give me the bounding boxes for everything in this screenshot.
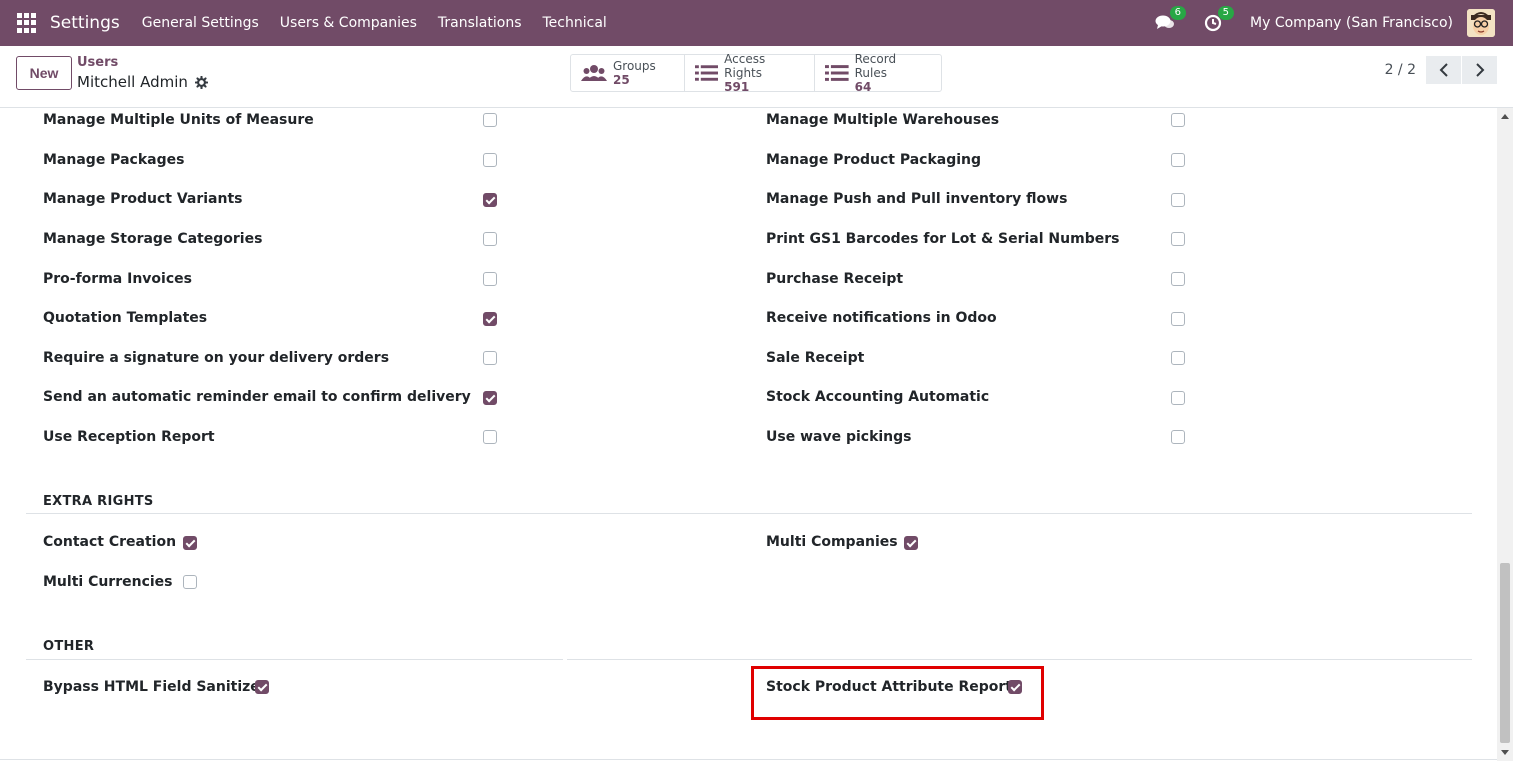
other-divider-left xyxy=(26,659,563,660)
pager-previous-button[interactable] xyxy=(1426,56,1461,84)
pager-value[interactable]: 2 / 2 xyxy=(1385,62,1416,78)
messages-button[interactable]: 6 xyxy=(1154,6,1187,34)
group-checkbox[interactable] xyxy=(1171,272,1185,286)
vertical-scrollbar[interactable] xyxy=(1497,108,1513,761)
group-label: Purchase Receipt xyxy=(766,271,904,287)
other-title: OTHER xyxy=(43,639,95,654)
group-checkbox[interactable] xyxy=(1171,153,1185,167)
group-checkbox[interactable] xyxy=(1171,193,1185,207)
smart-buttons: Groups 25 Access Rights 591 Record Rules… xyxy=(570,52,942,94)
group-label: Manage Multiple Units of Measure xyxy=(43,112,314,128)
gear-icon[interactable] xyxy=(194,75,208,89)
groups-count: 25 xyxy=(613,73,630,87)
contact-creation-label: Contact Creation xyxy=(43,534,177,550)
group-checkbox[interactable] xyxy=(483,272,497,286)
group-label: Quotation Templates xyxy=(43,310,208,326)
activities-badge: 5 xyxy=(1217,6,1235,20)
users-icon xyxy=(581,65,607,81)
group-checkbox[interactable] xyxy=(1171,430,1185,444)
group-checkbox[interactable] xyxy=(483,351,497,365)
group-label: Manage Storage Categories xyxy=(43,231,263,247)
group-checkbox[interactable] xyxy=(1171,391,1185,405)
group-label: Manage Packages xyxy=(43,152,185,168)
stock-product-attribute-checkbox[interactable] xyxy=(1008,680,1022,694)
new-button[interactable]: New xyxy=(16,56,72,90)
group-label: Stock Accounting Automatic xyxy=(766,389,990,405)
top-navbar: Settings General Settings Users & Compan… xyxy=(0,0,1513,46)
group-label: Sale Receipt xyxy=(766,350,865,366)
control-panel: New Users Mitchell Admin Groups 25 Acces… xyxy=(0,46,1513,108)
user-avatar[interactable] xyxy=(1467,9,1495,37)
menu-general-settings[interactable]: General Settings xyxy=(142,15,259,31)
multi-currencies-checkbox[interactable] xyxy=(183,575,197,589)
multi-companies-checkbox[interactable] xyxy=(904,536,918,550)
groups-label: Groups xyxy=(613,59,656,73)
group-label: Use wave pickings xyxy=(766,429,912,445)
bottom-divider xyxy=(0,759,1497,760)
list-icon xyxy=(825,65,849,81)
extra-rights-title: EXTRA RIGHTS xyxy=(43,494,154,509)
group-checkbox[interactable] xyxy=(1171,113,1185,127)
access-rights-label: Access Rights xyxy=(724,52,766,80)
chevron-left-icon xyxy=(1439,63,1448,77)
contact-creation-checkbox[interactable] xyxy=(183,536,197,550)
groups-smart-button[interactable]: Groups 25 xyxy=(571,55,685,91)
scroll-down-arrow-icon[interactable] xyxy=(1501,750,1509,755)
activities-button[interactable]: 5 xyxy=(1202,6,1235,34)
group-label: Print GS1 Barcodes for Lot & Serial Numb… xyxy=(766,231,1120,247)
group-checkbox[interactable] xyxy=(483,193,497,207)
group-label: Manage Push and Pull inventory flows xyxy=(766,191,1068,207)
avatar-face-icon xyxy=(1467,9,1495,37)
menu-users-companies[interactable]: Users & Companies xyxy=(280,15,417,31)
stock-product-attribute-label: Stock Product Attribute Report xyxy=(766,679,1012,695)
group-checkbox[interactable] xyxy=(483,153,497,167)
group-label: Use Reception Report xyxy=(43,429,215,445)
group-label: Pro-forma Invoices xyxy=(43,271,192,287)
scroll-thumb[interactable] xyxy=(1500,563,1510,743)
group-label: Require a signature on your delivery ord… xyxy=(43,350,390,366)
access-rights-smart-button[interactable]: Access Rights 591 xyxy=(685,52,815,94)
group-checkbox[interactable] xyxy=(483,312,497,326)
group-label: Manage Product Variants xyxy=(43,191,243,207)
menu-translations[interactable]: Translations xyxy=(438,15,522,31)
other-divider-right xyxy=(567,659,1472,660)
bypass-html-checkbox[interactable] xyxy=(255,680,269,694)
record-rules-count: 64 xyxy=(854,80,872,94)
access-rights-count: 591 xyxy=(724,80,750,94)
multi-currencies-label: Multi Currencies xyxy=(43,574,173,590)
group-checkbox[interactable] xyxy=(483,232,497,246)
messages-badge: 6 xyxy=(1169,6,1187,20)
group-checkbox[interactable] xyxy=(483,391,497,405)
group-checkbox[interactable] xyxy=(1171,312,1185,326)
group-label: Receive notifications in Odoo xyxy=(766,310,997,326)
record-title: Mitchell Admin xyxy=(77,73,208,91)
pager-next-button[interactable] xyxy=(1462,56,1497,84)
group-checkbox[interactable] xyxy=(483,430,497,444)
company-switcher[interactable]: My Company (San Francisco) xyxy=(1250,15,1453,31)
list-icon xyxy=(695,65,719,81)
extra-rights-divider xyxy=(26,513,1472,514)
apps-menu-icon[interactable] xyxy=(17,13,37,33)
user-form-content: Manage Multiple Units of Measure Manage … xyxy=(0,108,1497,761)
record-name: Mitchell Admin xyxy=(77,73,188,91)
group-checkbox[interactable] xyxy=(1171,351,1185,365)
breadcrumb-users[interactable]: Users xyxy=(77,55,118,70)
group-label: Manage Product Packaging xyxy=(766,152,982,168)
chevron-right-icon xyxy=(1475,63,1484,77)
pager: 2 / 2 xyxy=(1385,56,1497,84)
bypass-html-label: Bypass HTML Field Sanitize xyxy=(43,679,260,695)
group-checkbox[interactable] xyxy=(483,113,497,127)
group-checkbox[interactable] xyxy=(1171,232,1185,246)
app-name[interactable]: Settings xyxy=(50,13,120,33)
menu-technical[interactable]: Technical xyxy=(543,15,607,31)
record-rules-smart-button[interactable]: Record Rules 64 xyxy=(815,52,941,94)
group-label: Send an automatic reminder email to conf… xyxy=(43,389,471,405)
scroll-up-arrow-icon[interactable] xyxy=(1501,114,1509,119)
multi-companies-label: Multi Companies xyxy=(766,534,898,550)
record-rules-label: Record Rules xyxy=(854,52,897,80)
group-label: Manage Multiple Warehouses xyxy=(766,112,1000,128)
